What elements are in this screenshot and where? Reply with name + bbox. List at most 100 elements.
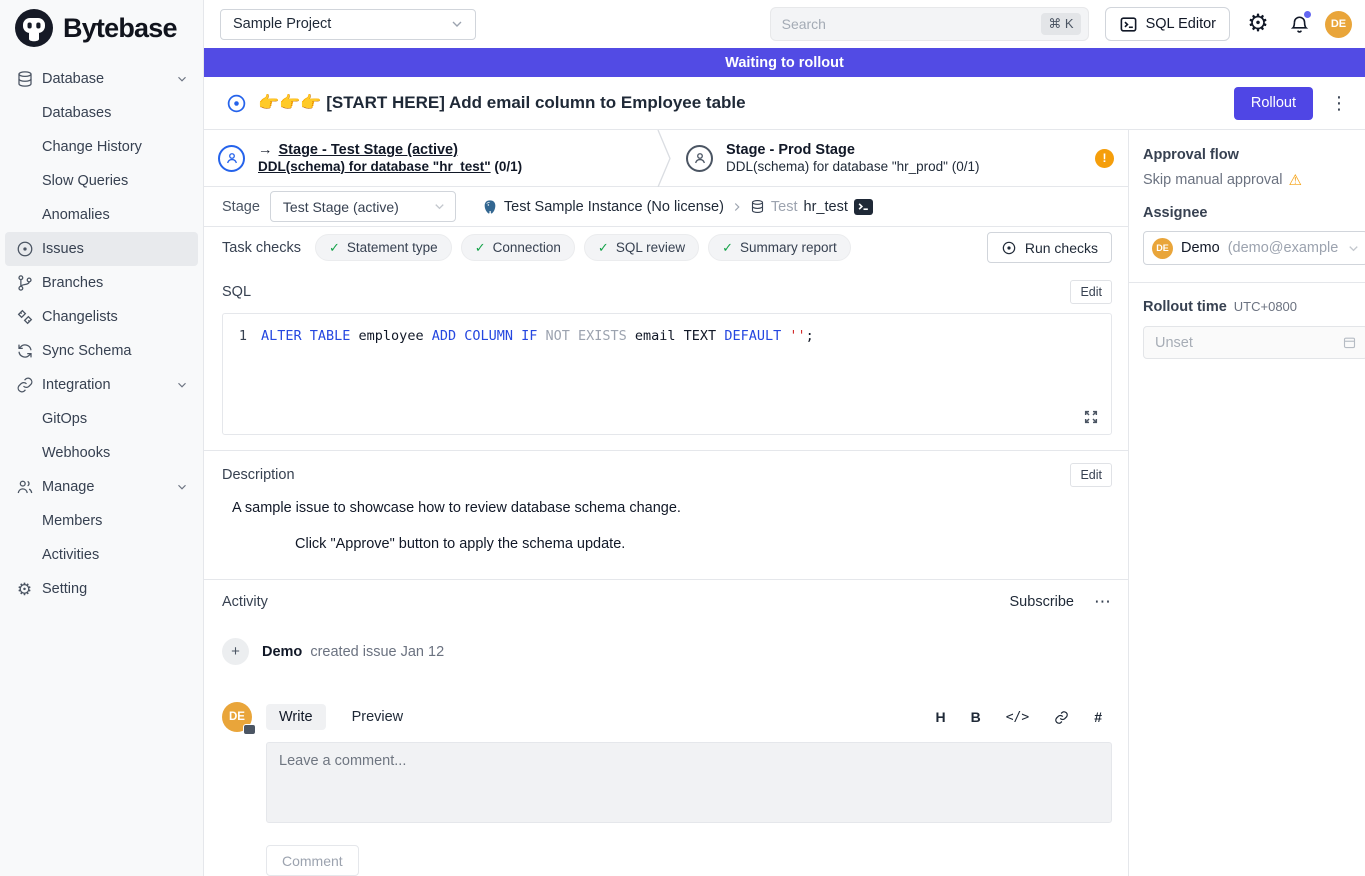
search-input[interactable] [782,16,1042,32]
description-label: Description [222,467,295,483]
check-success-icon: ✓ [722,240,733,256]
sql-section: SQL Edit 1 ALTER TABLE employee ADD COLU… [204,268,1128,435]
bold-icon[interactable]: B [971,709,981,725]
issue-detail: → Stage - Test Stage (active) DDL(schema… [204,130,1128,876]
sidebar-item-integration[interactable]: Integration [0,368,203,402]
rollout-time-input[interactable]: Unset [1143,326,1365,359]
brand-name: Bytebase [63,13,177,44]
stage-task: DDL(schema) for database "hr_test" [258,159,491,174]
more-menu-icon[interactable]: ⋯ [1094,592,1112,612]
stage-card-test[interactable]: → Stage - Test Stage (active) DDL(schema… [204,130,656,186]
run-checks-button[interactable]: Run checks [987,232,1112,263]
activity-label: Activity [222,594,268,610]
stage-name: Stage - Prod Stage [726,142,855,158]
comment-input[interactable] [266,742,1112,823]
sync-icon [15,342,34,361]
link-icon[interactable] [1054,710,1069,725]
database-small-icon [750,199,765,214]
sql-label: SQL [222,284,251,300]
assignee-select[interactable]: DE Demo (demo@example [1143,231,1365,265]
stage-select[interactable]: Test Stage (active) [270,191,456,222]
search-box[interactable]: ⌘ K [770,7,1089,41]
sql-editor-view[interactable]: 1 ALTER TABLE employee ADD COLUMN IF NOT… [222,313,1112,435]
activity-entry: + Demo created issue Jan 12 [222,638,1112,665]
code-icon[interactable]: </> [1006,710,1029,725]
user-avatar[interactable]: DE [1325,11,1352,38]
sidebar-item-setting[interactable]: ⚙ Setting [0,572,203,606]
activity-date: Jan 12 [401,644,445,660]
notifications-bell-icon[interactable] [1286,11,1312,37]
database-link[interactable]: hr_test [804,199,848,215]
topbar: Sample Project ⌘ K SQL Editor ⚙ DE [204,0,1365,48]
panel-divider [1129,282,1365,283]
sidebar-item-sync-schema[interactable]: Sync Schema [0,334,203,368]
rollout-time-value: Unset [1155,335,1193,351]
comment-editor: DE Write Preview H B </> [204,702,1128,876]
sidebar-item-change-history[interactable]: Change History [0,130,203,164]
app-root: Bytebase Database Databases Change Histo… [0,0,1365,876]
assignee-email: (demo@example [1228,240,1339,256]
content-row: → Stage - Test Stage (active) DDL(schema… [204,130,1365,876]
check-success-icon: ✓ [329,240,340,256]
approval-flow-value: Skip manual approval [1143,172,1282,188]
check-pill-statement-type[interactable]: ✓ Statement type [315,234,452,261]
stage-name: Stage - Test Stage (active) [279,142,458,158]
sql-edit-button[interactable]: Edit [1070,280,1112,304]
chevron-right-icon [730,200,744,214]
check-pill-connection[interactable]: ✓ Connection [461,234,575,261]
sidebar-item-manage[interactable]: Manage [0,470,203,504]
sidebar-item-issues[interactable]: Issues [5,232,198,266]
postgresql-icon [482,199,498,215]
approval-flow-label: Approval flow [1143,147,1365,163]
sql-statement: ALTER TABLE employee ADD COLUMN IF NOT E… [261,327,814,346]
brand-logo[interactable]: Bytebase [0,0,203,56]
subscribe-button[interactable]: Subscribe [1010,594,1074,610]
project-select[interactable]: Sample Project [220,9,476,40]
kebab-menu-icon[interactable]: ⋮ [1330,93,1348,114]
sidebar-item-databases[interactable]: Databases [0,96,203,130]
sidebar-nav: Database Databases Change History Slow Q… [0,56,203,612]
comment-tabs: Write Preview H B </> # [266,702,1112,732]
sidebar-item-members[interactable]: Members [0,504,203,538]
terminal-icon [1119,15,1138,34]
plus-icon: + [222,638,249,665]
stage-bar: Stage Test Stage (active) Test Sample In… [204,187,1128,227]
status-banner: Waiting to rollout [204,48,1365,77]
open-sql-editor-icon[interactable] [854,199,873,215]
sidebar-item-gitops[interactable]: GitOps [0,402,203,436]
check-pill-sql-review[interactable]: ✓ SQL review [584,234,699,261]
issue-icon [15,240,34,259]
sidebar-item-database[interactable]: Database [0,62,203,96]
sidebar-item-webhooks[interactable]: Webhooks [0,436,203,470]
stage-separator [656,130,672,186]
notification-dot [1304,11,1311,18]
check-pill-summary-report[interactable]: ✓ Summary report [708,234,851,261]
description-edit-button[interactable]: Edit [1070,463,1112,487]
tab-preview[interactable]: Preview [339,704,417,730]
heading-icon[interactable]: H [935,709,945,725]
stage-progress: (0/1) [494,159,522,174]
environment-name: Test [771,199,798,215]
settings-gear-icon[interactable]: ⚙ [1245,11,1271,37]
comment-submit-button[interactable]: Comment [266,845,359,876]
chevron-down-icon [175,72,189,86]
sidebar-item-branches[interactable]: Branches [0,266,203,300]
warning-triangle-icon: ⚠ [1288,173,1301,188]
sidebar-item-label: Database [42,71,104,87]
project-select-value: Sample Project [233,16,331,32]
stage-task: DDL(schema) for database "hr_prod" [726,159,948,174]
fullscreen-expand-icon[interactable] [1083,409,1099,425]
sidebar-item-anomalies[interactable]: Anomalies [0,198,203,232]
warning-badge: ! [1095,149,1114,168]
sql-editor-button[interactable]: SQL Editor [1105,7,1230,41]
rollout-button[interactable]: Rollout [1234,87,1313,120]
hash-icon[interactable]: # [1094,709,1102,725]
sidebar-item-activities[interactable]: Activities [0,538,203,572]
instance-link[interactable]: Test Sample Instance (No license) [504,199,724,215]
sidebar-item-changelists[interactable]: Changelists [0,300,203,334]
right-panel: Approval flow Skip manual approval ⚠ Ass… [1128,130,1365,876]
bytebase-logo-icon [14,8,54,48]
tab-write[interactable]: Write [266,704,326,730]
stage-card-prod[interactable]: Stage - Prod Stage DDL(schema) for datab… [672,130,1128,186]
sidebar-item-slow-queries[interactable]: Slow Queries [0,164,203,198]
